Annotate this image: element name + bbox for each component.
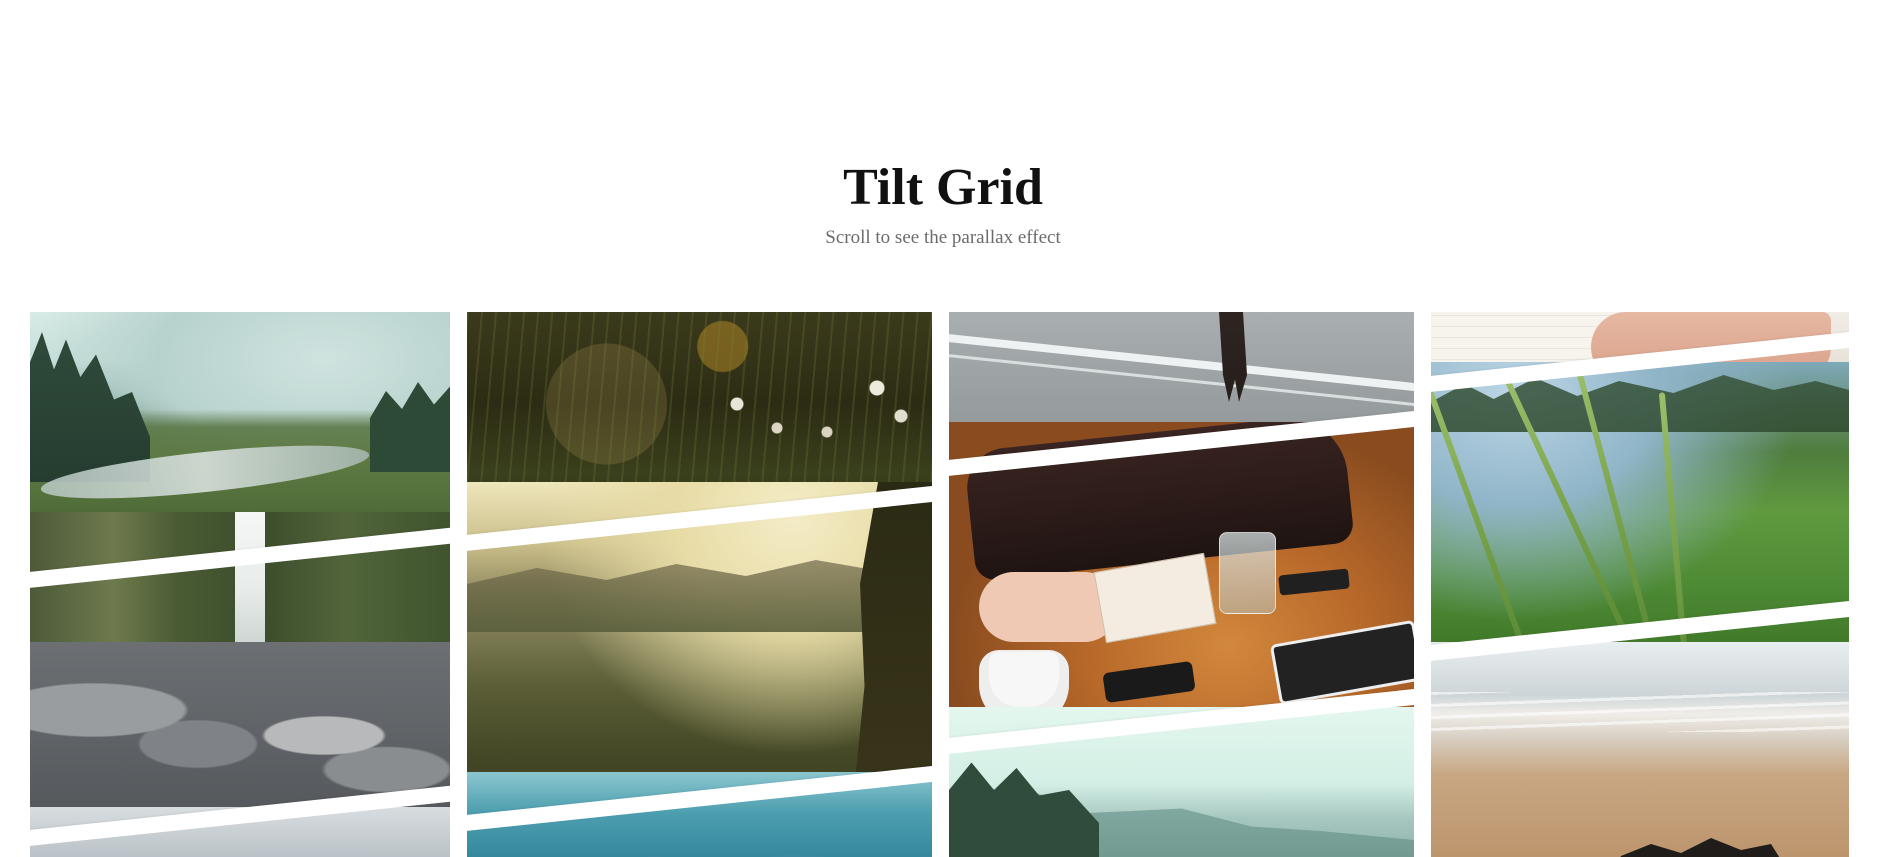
forest [949,762,1099,857]
photo-beach-rocks [1431,642,1849,857]
dark-rocks [1601,838,1801,857]
phone [1102,660,1196,704]
smartphone [1278,568,1350,596]
coffee-cup [989,652,1059,707]
grid-tile-table-with-bag-notebook-glass[interactable] [949,422,1414,742]
grid-column-1 [30,312,450,857]
grid-column-3 [949,312,1414,857]
grid-column-4 [1431,312,1849,857]
photo-misty-river-valley [30,312,450,522]
page-title: Tilt Grid [843,159,1043,216]
walking-person [1219,312,1247,402]
forest-left [30,332,150,482]
tilt-grid[interactable] [0,312,1886,857]
page-subtitle: Scroll to see the parallax effect [825,227,1061,248]
waterfall [235,512,265,642]
forest-right [370,382,450,472]
photo-cafe-table [949,422,1414,742]
wildflowers [717,372,917,452]
rocks [30,642,450,812]
grid-column-2 [467,312,932,857]
grid-tile-misty-river-valley[interactable] [30,312,450,522]
water-glass [1219,532,1276,614]
waves [1431,692,1849,732]
grid-tile-beach-rocks-shore[interactable] [1431,642,1849,857]
